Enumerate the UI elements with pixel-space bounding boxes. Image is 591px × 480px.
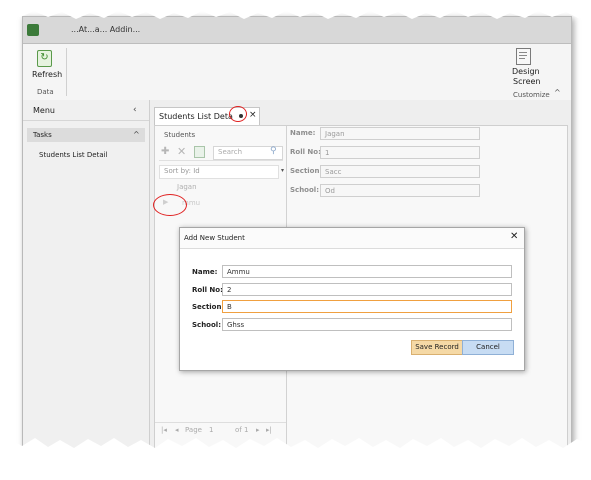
dialog-school-label: School: (192, 321, 221, 329)
next-page-icon[interactable]: ▸ (256, 426, 260, 434)
first-page-icon[interactable]: |◂ (161, 426, 167, 434)
group-data-label: Data (37, 88, 54, 96)
add-icon[interactable]: ✚ (161, 146, 169, 157)
list-toolbar: ✚ ✕ Search ⚲ (159, 144, 283, 161)
menu-label: Menu (33, 106, 55, 115)
detail-name-label: Name: (290, 129, 316, 137)
ribbon-collapse-icon[interactable]: ^ (554, 88, 561, 97)
page-number-input[interactable]: 1 (209, 426, 213, 434)
tasks-label: Tasks (33, 131, 52, 139)
ribbon-group-divider (66, 48, 67, 96)
refresh-button[interactable]: ↻ Refresh (29, 48, 63, 82)
detail-school-field[interactable]: Od (320, 184, 480, 197)
design-screen-button[interactable]: Design Screen (507, 48, 541, 86)
dialog-rollno-field[interactable]: 2 (222, 283, 512, 296)
torn-edge-bottom (0, 438, 591, 480)
detail-name-field[interactable]: Jagan (320, 127, 480, 140)
refresh-label: Refresh (32, 70, 63, 79)
dialog-section-label: Section: (192, 303, 225, 311)
detail-rollno-label: Roll No: (290, 148, 321, 156)
navigation-pane: Menu ‹ Tasks ^ Students List Detail (23, 100, 150, 451)
row-annotation-circle (153, 194, 187, 216)
save-record-button[interactable]: Save Record (411, 340, 463, 355)
search-icon: ⚲ (270, 146, 277, 156)
students-list-title: Students (164, 131, 196, 139)
tab-label: Students List Deta (159, 112, 233, 121)
tab-close-icon[interactable]: × (249, 110, 257, 120)
delete-icon[interactable]: ✕ (177, 145, 186, 158)
design-label-line2: Screen (513, 77, 541, 86)
dialog-school-field[interactable]: Ghss (222, 318, 512, 331)
menu-header: Menu ‹ (23, 100, 149, 121)
app-icon (27, 24, 39, 36)
sort-dropdown[interactable]: Sort by: Id ▾ (159, 165, 284, 179)
page-of-label: of 1 (235, 426, 249, 434)
refresh-icon: ↻ (37, 50, 52, 67)
dialog-name-field[interactable]: Ammu (222, 265, 512, 278)
collapse-menu-icon[interactable]: ‹ (133, 105, 137, 115)
dialog-title-bar: Add New Student ✕ (180, 228, 524, 249)
page-label: Page (185, 426, 202, 434)
dialog-section-field[interactable]: B (222, 300, 512, 313)
tab-annotation-circle (229, 106, 247, 122)
dialog-name-label: Name: (192, 268, 218, 276)
search-input[interactable]: Search ⚲ (213, 146, 283, 160)
search-placeholder: Search (218, 148, 243, 156)
cancel-button[interactable]: Cancel (462, 340, 514, 355)
detail-section-label: Section: (290, 167, 323, 175)
dialog-title: Add New Student (184, 234, 245, 242)
ribbon: ↻ Refresh Data Design Screen Customize ^ (23, 44, 571, 101)
dialog-close-icon[interactable]: ✕ (510, 231, 518, 242)
detail-rollno-field[interactable]: 1 (320, 146, 480, 159)
detail-section-field[interactable]: Sacc (320, 165, 480, 178)
detail-school-label: School: (290, 186, 319, 194)
chevron-down-icon: ▾ (281, 167, 285, 174)
last-page-icon[interactable]: ▸| (266, 426, 272, 434)
list-item[interactable]: Jagan (177, 183, 197, 191)
add-new-student-dialog: Add New Student ✕ Name: Ammu Roll No: 2 … (179, 227, 525, 371)
torn-edge-top (0, 8, 591, 19)
sort-label: Sort by: Id (164, 167, 200, 175)
app-window: ...At...a... Addin... ↻ Refresh Data Des… (22, 16, 572, 452)
window-title: ...At...a... Addin... (71, 25, 141, 34)
export-icon[interactable] (194, 146, 205, 158)
group-customize-label: Customize (513, 91, 550, 99)
design-screen-icon (516, 48, 531, 65)
prev-page-icon[interactable]: ◂ (175, 426, 179, 434)
dialog-rollno-label: Roll No: (192, 286, 223, 294)
design-label-line1: Design (512, 67, 540, 76)
tasks-group-header[interactable]: Tasks ^ (27, 128, 145, 142)
chevron-up-icon: ^ (133, 130, 140, 139)
nav-item-students-list-detail[interactable]: Students List Detail (39, 151, 108, 159)
